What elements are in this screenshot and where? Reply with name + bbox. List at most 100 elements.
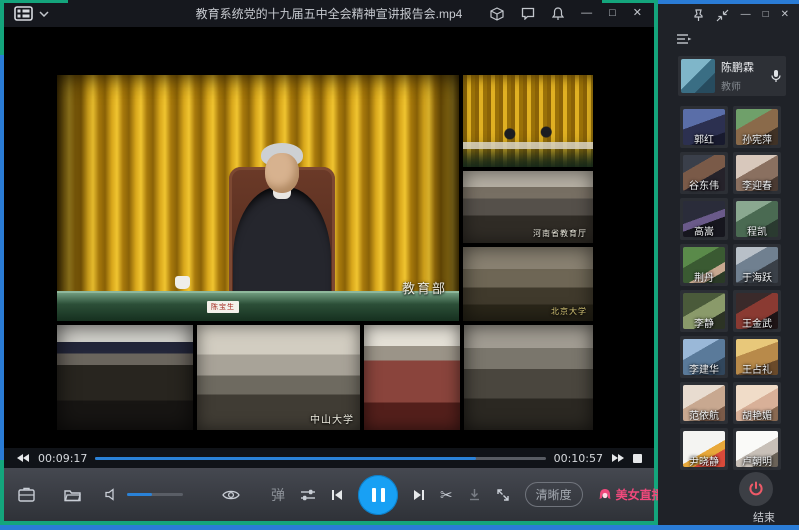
scissors-clip-icon[interactable]: ✂	[440, 486, 453, 504]
background-window-edge	[0, 525, 799, 530]
sidebar-minimize-button[interactable]: —	[741, 10, 751, 20]
participant-name: 李静	[680, 315, 728, 330]
video-cell-hall-1	[57, 325, 193, 430]
venue-label-zhongshan: 中山大学	[310, 411, 354, 426]
participant-cell[interactable]: 谷东伟	[680, 152, 728, 194]
participant-name: 卢朝明	[733, 453, 781, 468]
filmstrip-logo-icon[interactable]	[14, 6, 33, 21]
window-border-accent	[0, 0, 68, 3]
participant-cell[interactable]: 王金武	[733, 290, 781, 332]
collapse-arrows-icon[interactable]	[716, 9, 729, 22]
participant-cell[interactable]: 孙宪萍	[733, 106, 781, 148]
video-cell-zhongshan: 中山大学	[197, 325, 360, 430]
download-icon[interactable]	[468, 488, 481, 501]
control-bar: 弹	[4, 468, 654, 521]
speaker-name-plate: 陈宝生	[207, 301, 239, 313]
venue-label-henan: 河南省教育厅	[533, 228, 587, 239]
participant-name: 孙宪萍	[733, 131, 781, 146]
maximize-button[interactable]: □	[609, 8, 616, 19]
video-display-area[interactable]: 陈宝生 教育部 河南省教育厅 北京大学 中山大学	[4, 27, 654, 448]
girl-icon	[598, 488, 612, 502]
seek-bar-fill	[95, 457, 475, 460]
participant-cell[interactable]: 胡艳媚	[733, 382, 781, 424]
rewind-icon[interactable]	[16, 453, 30, 463]
player-titlebar: 教育系统党的十九届五中全会精神宣讲报告会.mp4	[4, 0, 654, 27]
volume-slider[interactable]	[127, 493, 183, 496]
video-cell-hall-3	[464, 325, 593, 430]
volume-fill	[127, 493, 152, 496]
video-cell-peking: 北京大学	[463, 247, 593, 321]
member-list-menu-icon[interactable]	[676, 33, 692, 45]
video-cell-hall-2	[364, 325, 460, 430]
end-meeting-button[interactable]	[739, 472, 773, 506]
participant-name: 王金武	[733, 315, 781, 330]
previous-track-icon[interactable]	[331, 489, 343, 501]
participant-cell[interactable]: 于海跃	[733, 244, 781, 286]
pin-icon[interactable]	[693, 9, 704, 22]
sidebar-close-button[interactable]: ✕	[781, 10, 789, 20]
danmaku-toggle[interactable]: 弹	[271, 485, 285, 505]
participant-cell[interactable]: 卢朝明	[733, 428, 781, 470]
open-folder-icon[interactable]	[64, 488, 82, 502]
power-icon	[748, 481, 764, 497]
tune-sliders-icon[interactable]	[300, 488, 316, 502]
player-window: 教育系统党的十九届五中全会精神宣讲报告会.mp4	[0, 0, 658, 525]
participant-cell[interactable]: 郭红	[680, 106, 728, 148]
participant-name: 范依航	[680, 407, 728, 422]
venue-label-peking: 北京大学	[551, 306, 587, 317]
participant-name: 郭红	[680, 131, 728, 146]
conference-mosaic: 陈宝生 教育部 河南省教育厅 北京大学 中山大学	[57, 75, 593, 430]
eye-icon[interactable]	[222, 489, 240, 501]
window-border-accent	[602, 0, 654, 3]
beauty-live-button[interactable]: 美女直播	[598, 486, 664, 503]
microphone-icon	[771, 69, 781, 83]
minimize-button[interactable]: —	[581, 8, 592, 19]
fast-forward-icon[interactable]	[611, 453, 625, 463]
next-track-icon[interactable]	[413, 489, 425, 501]
participant-name: 程凯	[733, 223, 781, 238]
close-button[interactable]: ✕	[633, 8, 642, 19]
beauty-live-label: 美女直播	[616, 486, 664, 503]
participant-cell[interactable]: 高嵩	[680, 198, 728, 240]
participant-cell[interactable]: 范依航	[680, 382, 728, 424]
participant-name: 于海跃	[733, 269, 781, 284]
participant-cell[interactable]: 荆丹	[680, 244, 728, 286]
sidebar-titlebar: — □ ✕	[658, 4, 799, 26]
participant-name: 尹晓静	[680, 453, 728, 468]
conference-panel-window: — □ ✕ 陈鹏霖 教师	[658, 0, 799, 525]
participant-cell[interactable]: 李静	[680, 290, 728, 332]
screen: 教育系统党的十九届五中全会精神宣讲报告会.mp4	[0, 0, 799, 530]
total-time: 00:10:57	[554, 452, 603, 465]
video-cell-wide-shot	[463, 75, 593, 167]
video-cell-speaker: 陈宝生 教育部	[57, 75, 459, 321]
chevron-down-icon[interactable]	[39, 11, 49, 17]
fullscreen-resize-icon[interactable]	[496, 488, 510, 502]
participant-cell[interactable]: 王占礼	[733, 336, 781, 378]
seek-bar[interactable]	[95, 457, 545, 460]
bell-icon[interactable]	[552, 7, 564, 21]
participant-name: 谷东伟	[680, 177, 728, 192]
participant-cell[interactable]: 尹晓静	[680, 428, 728, 470]
background-window-edge	[0, 55, 4, 460]
quality-button[interactable]: 清晰度	[525, 482, 583, 507]
participant-name: 李建华	[680, 361, 728, 376]
participant-name: 李迎春	[733, 177, 781, 192]
speaker-avatar	[681, 59, 715, 93]
participant-name: 胡艳媚	[733, 407, 781, 422]
participant-name: 荆丹	[680, 269, 728, 284]
playlist-box-icon[interactable]	[18, 487, 35, 502]
box-3d-icon[interactable]	[490, 7, 504, 21]
stop-icon[interactable]	[633, 454, 642, 463]
message-icon[interactable]	[521, 7, 535, 20]
participant-name: 王占礼	[733, 361, 781, 376]
speaker-role: 教师	[721, 78, 754, 93]
active-speaker-card[interactable]: 陈鹏霖 教师	[678, 56, 786, 96]
participant-cell[interactable]: 程凯	[733, 198, 781, 240]
venue-label-moe: 教育部	[402, 278, 447, 297]
participant-cell[interactable]: 李迎春	[733, 152, 781, 194]
volume-icon[interactable]	[105, 488, 118, 501]
pause-button[interactable]	[358, 475, 398, 515]
current-time: 00:09:17	[38, 452, 87, 465]
participant-cell[interactable]: 李建华	[680, 336, 728, 378]
sidebar-maximize-button[interactable]: □	[763, 10, 769, 20]
